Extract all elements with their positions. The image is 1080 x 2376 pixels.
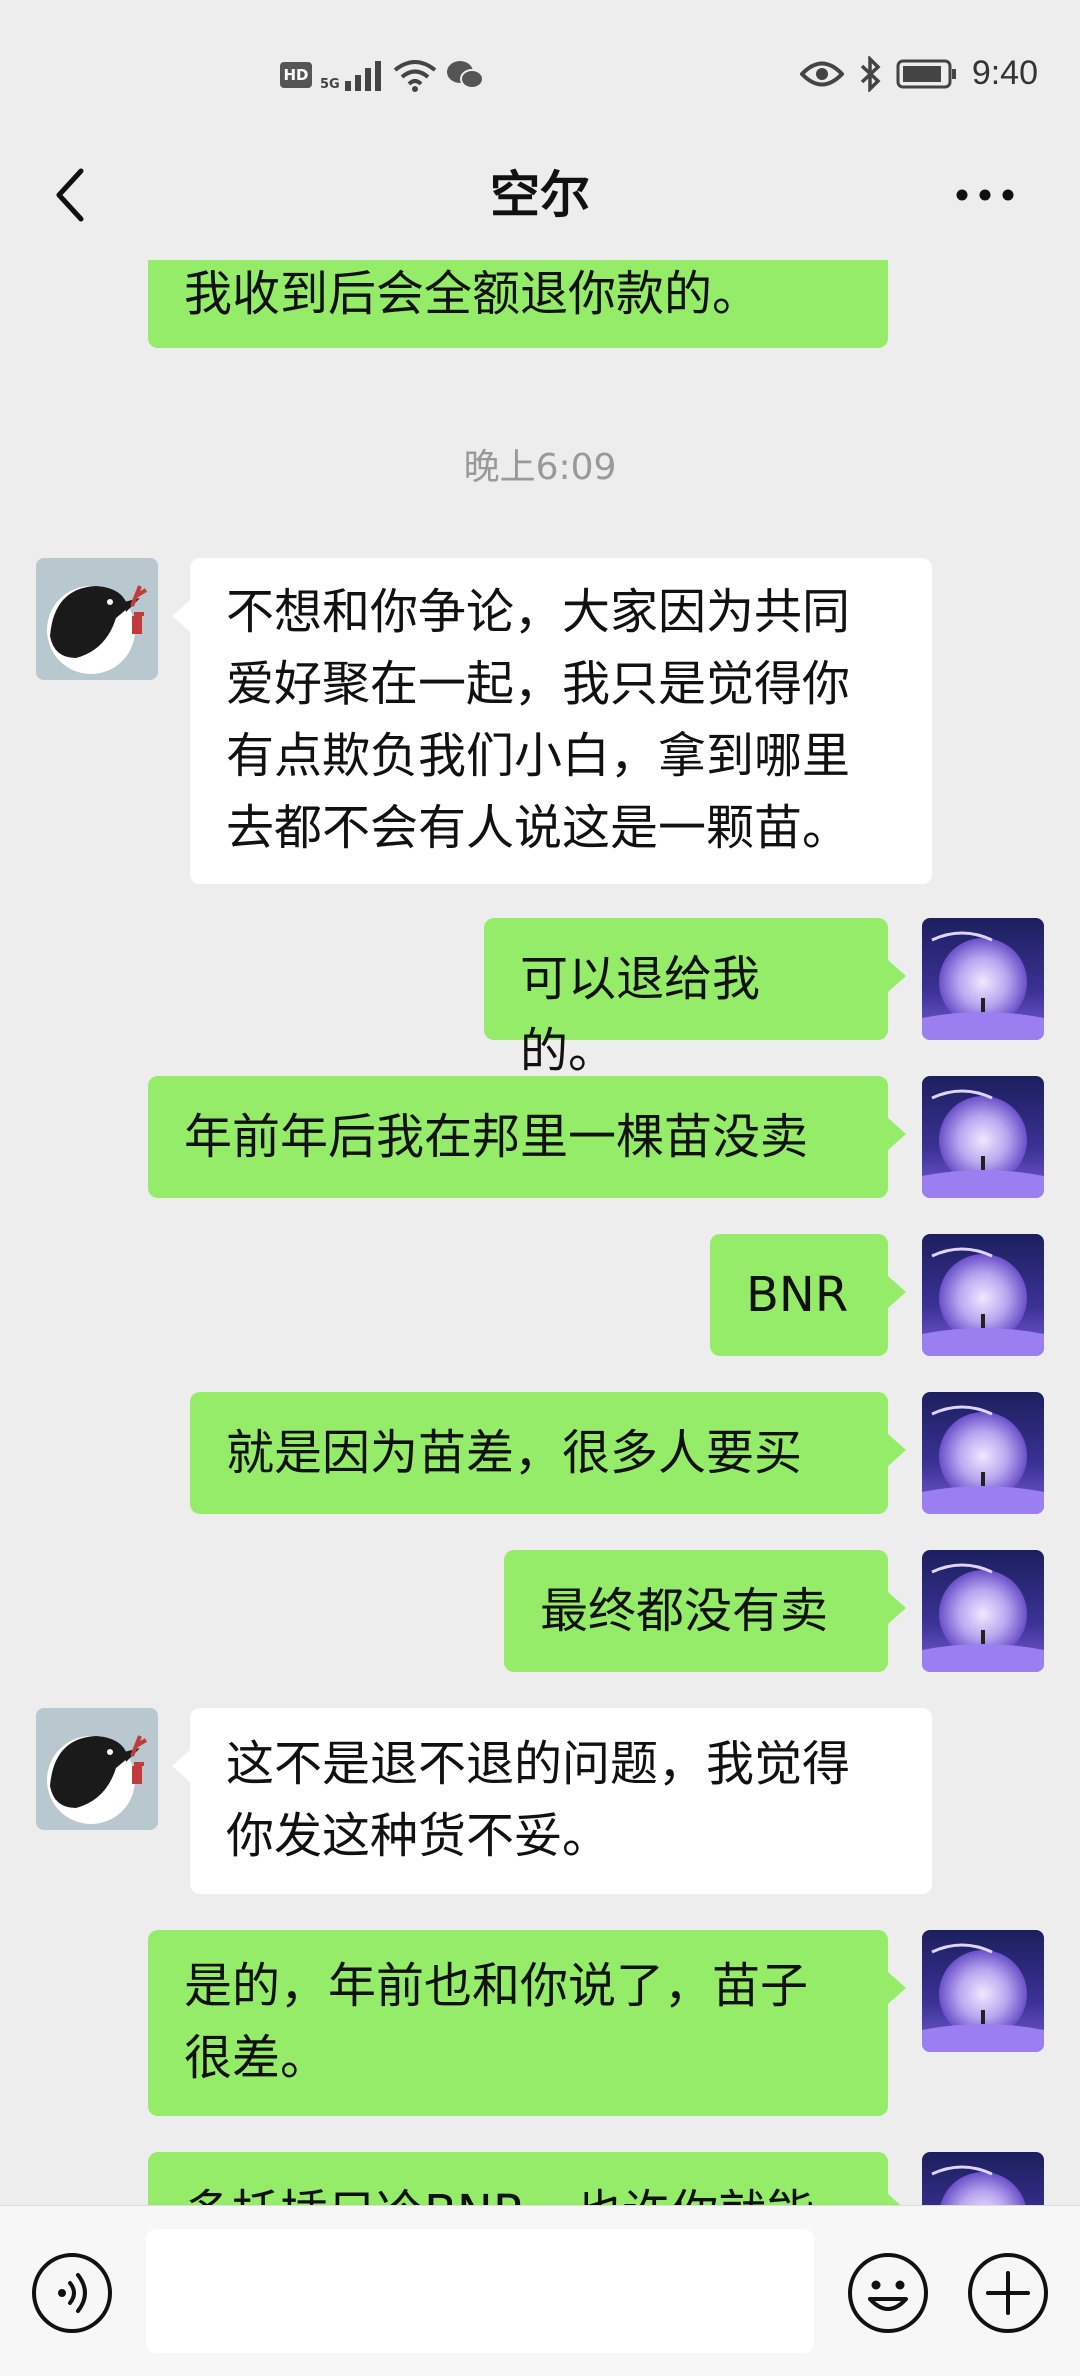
message-timestamp: 晚上6:09 <box>463 447 617 488</box>
bluetooth-icon <box>860 55 881 92</box>
message-line: 你发这种货不妥。 <box>226 1808 611 1864</box>
message-line: 是的，年前也和你说了，苗子 <box>184 1958 809 2014</box>
my-avatar[interactable] <box>922 1076 1044 1198</box>
plus-icon <box>968 2253 1048 2333</box>
hd-label: HD <box>283 66 309 84</box>
message-bubble-me[interactable]: 年前年后我在邦里一棵苗没卖 <box>148 1076 906 1198</box>
message-line: 最终都没有卖 <box>540 1583 829 1639</box>
bubble-tail <box>888 1434 906 1466</box>
my-avatar[interactable] <box>922 1930 1044 2052</box>
voice-button[interactable] <box>30 2251 114 2335</box>
hd-icon: HD <box>280 62 312 88</box>
message-bubble-me[interactable]: 可以退给我的。 <box>484 918 906 1079</box>
status-right: 9:40 <box>799 54 1038 93</box>
message-bubble-other[interactable]: 这不是退不退的问题，我觉得 你发这种货不妥。 <box>172 1708 932 1894</box>
emoji-icon <box>848 2253 928 2333</box>
input-bar <box>0 2205 1080 2376</box>
my-avatar[interactable] <box>922 918 1044 1040</box>
message-line: 不想和你争论，大家因为共同 <box>226 584 851 640</box>
message-input[interactable] <box>146 2229 814 2353</box>
message-bubble-me[interactable]: BNR <box>710 1234 906 1356</box>
message-line: 爱好聚在一起，我只是觉得你 <box>226 656 851 712</box>
more-dots-icon <box>956 189 1014 201</box>
more-button[interactable] <box>940 160 1030 230</box>
message-line: 多托插只冷BNR，也许你就能 <box>184 2177 852 2205</box>
status-time: 9:40 <box>971 54 1038 92</box>
bubble-tail <box>888 960 906 992</box>
message-line: 年前年后我在邦里一棵苗没卖 <box>184 1109 809 1165</box>
message-line: 这不是退不退的问题，我觉得 <box>226 1736 851 1792</box>
bubble-tail <box>172 600 190 632</box>
contact-avatar[interactable] <box>36 558 158 680</box>
bubble-tail <box>888 1972 906 2004</box>
emoji-button[interactable] <box>846 2251 930 2335</box>
my-avatar[interactable] <box>922 1234 1044 1356</box>
battery-icon <box>896 59 956 88</box>
eye-icon <box>799 61 844 86</box>
bubble-tail <box>172 1750 190 1782</box>
message-line: 可以退给我的。 <box>520 951 761 1079</box>
my-avatar[interactable] <box>922 1392 1044 1514</box>
chat-area[interactable]: 我收到后会全额退你款的。 晚上6:09 不想和你争论，大家因为共同 爱好聚在一起… <box>0 260 1080 2205</box>
my-avatar[interactable] <box>922 2152 1044 2205</box>
message-line: BNR <box>746 1267 849 1323</box>
signal-icon: 5G <box>320 59 385 91</box>
message-bubble-me[interactable]: 最终都没有卖 <box>504 1550 906 1672</box>
status-bar: HD 5G 9:40 <box>0 0 1080 150</box>
nav-bar: 空尔 <box>0 130 1080 260</box>
contact-avatar[interactable] <box>36 1708 158 1830</box>
message-line: 就是因为苗差，很多人要买 <box>226 1425 803 1481</box>
wechat-icon <box>446 61 484 89</box>
wifi-icon <box>393 60 436 92</box>
message-line: 有点欺负我们小白，拿到哪里 <box>226 728 851 784</box>
message-bubble-me[interactable]: 多托插只冷BNR，也许你就能 <box>148 2152 906 2205</box>
bubble-tail <box>888 1276 906 1308</box>
bubble-tail <box>888 1592 906 1624</box>
message-line: 去都不会有人说这是一颗苗。 <box>226 800 851 856</box>
voice-icon <box>32 2253 112 2333</box>
message-bubble-other[interactable]: 不想和你争论，大家因为共同 爱好聚在一起，我只是觉得你 有点欺负我们小白，拿到哪… <box>172 558 932 884</box>
message-bubble-me[interactable]: 我收到后会全额退你款的。 <box>148 260 888 348</box>
chat-title: 空尔 <box>490 166 590 224</box>
status-left: HD 5G <box>280 58 485 92</box>
bubble-tail <box>888 1118 906 1150</box>
network-label: 5G <box>320 77 340 92</box>
message-line: 很差。 <box>184 2030 329 2086</box>
plus-button[interactable] <box>966 2251 1050 2335</box>
bubble-tail <box>888 2194 906 2205</box>
my-avatar[interactable] <box>922 1550 1044 1672</box>
message-bubble-me[interactable]: 就是因为苗差，很多人要买 <box>190 1392 906 1514</box>
message-line: 我收到后会全额退你款的。 <box>184 266 761 322</box>
message-bubble-me[interactable]: 是的，年前也和你说了，苗子 很差。 <box>148 1930 906 2116</box>
